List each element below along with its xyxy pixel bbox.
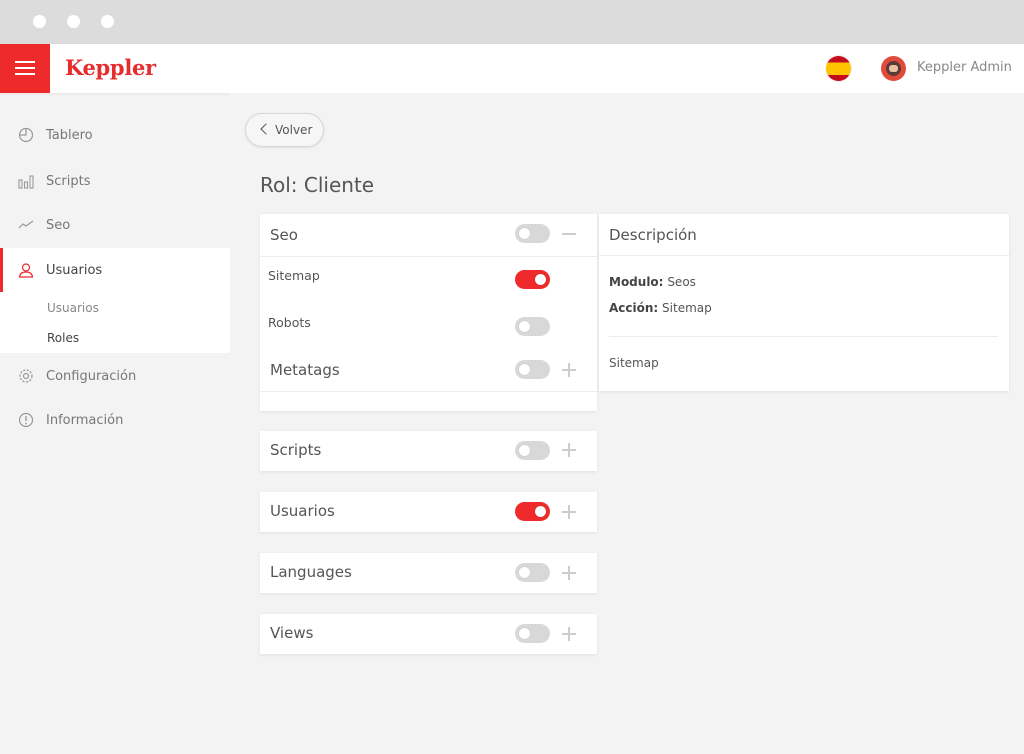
spain-flag-icon[interactable] [826, 56, 851, 81]
seo-child-label: Sitemap [268, 268, 320, 283]
description-action-label: Acción: [609, 301, 659, 315]
toggle-knob [535, 506, 546, 517]
toggle-usuarios[interactable] [515, 502, 550, 521]
hamburger-menu-button[interactable] [0, 44, 50, 93]
toggle-sitemap[interactable] [515, 270, 550, 289]
sidebar-item-label: Configuración [46, 368, 137, 384]
sidebar-subitem-roles[interactable]: Roles [47, 331, 79, 345]
plus-icon-bar [568, 443, 570, 457]
info-icon [18, 412, 34, 428]
sidebar-item-seo[interactable]: Seo [0, 203, 230, 247]
toggle-robots[interactable] [515, 317, 550, 336]
window-close-dot[interactable] [33, 15, 46, 28]
page-title: Rol: Cliente [260, 173, 375, 197]
sidebar: Tablero Scripts Seo Usuarios Usuarios Ro… [0, 93, 230, 754]
window-minimize-dot[interactable] [67, 15, 80, 28]
sidebar-item-usuarios[interactable]: Usuarios [0, 248, 230, 292]
window-maximize-dot[interactable] [101, 15, 114, 28]
expand-scripts-button[interactable] [562, 443, 576, 457]
divider [609, 336, 998, 337]
bar-chart-icon [18, 175, 34, 189]
toggle-knob [535, 274, 546, 285]
description-body: Sitemap [609, 356, 659, 370]
seo-child-label: Metatags [270, 361, 340, 379]
hamburger-icon-bar [15, 67, 35, 69]
toggle-knob [519, 321, 530, 332]
description-module-label: Modulo: [609, 275, 664, 289]
sidebar-item-label: Scripts [46, 173, 91, 189]
description-action-value: Sitemap [662, 301, 712, 315]
gear-icon [19, 369, 33, 383]
toggle-knob [519, 445, 530, 456]
toggle-languages[interactable] [515, 563, 550, 582]
toggle-scripts[interactable] [515, 441, 550, 460]
toggle-knob [519, 567, 530, 578]
toggle-knob [519, 628, 530, 639]
user-icon [18, 263, 34, 278]
toggle-knob [519, 364, 530, 375]
toggle-seo[interactable] [515, 224, 550, 243]
toggle-metatags[interactable] [515, 360, 550, 379]
back-button[interactable]: Volver [245, 113, 324, 147]
plus-icon-bar [568, 505, 570, 519]
description-module: Modulo: Seos [609, 275, 696, 289]
hamburger-icon-bar [15, 73, 35, 75]
divider [260, 256, 597, 257]
chevron-left-icon [260, 123, 272, 135]
sidebar-item-label: Usuarios [46, 262, 103, 278]
module-name: Languages [270, 563, 352, 581]
expand-metatags-button[interactable] [562, 363, 576, 377]
trend-line-icon [18, 220, 34, 229]
sidebar-item-label: Información [46, 412, 124, 428]
dashboard-icon [18, 127, 34, 143]
sidebar-submenu: Usuarios Roles [0, 292, 230, 353]
hamburger-icon [15, 61, 35, 63]
module-card-seo: Seo [260, 214, 597, 411]
sidebar-subitem-usuarios[interactable]: Usuarios [47, 301, 99, 315]
top-header: Keppler Keppler Admin [0, 44, 1024, 93]
expand-views-button[interactable] [562, 627, 576, 641]
plus-icon-bar [568, 566, 570, 580]
toggle-views[interactable] [515, 624, 550, 643]
sidebar-item-configuracion[interactable]: Configuración [0, 354, 230, 398]
toggle-knob [519, 228, 530, 239]
seo-child-label: Robots [268, 315, 311, 330]
module-name: Views [270, 624, 314, 642]
expand-languages-button[interactable] [562, 566, 576, 580]
brand-logo[interactable]: Keppler [65, 55, 156, 80]
collapse-seo-button[interactable] [562, 227, 576, 241]
minus-icon [562, 233, 576, 235]
plus-icon-bar [568, 363, 570, 377]
divider [260, 391, 597, 392]
avatar-face [889, 65, 898, 72]
description-title: Descripción [609, 226, 697, 244]
expand-usuarios-button[interactable] [562, 505, 576, 519]
module-name: Seo [270, 226, 298, 244]
description-panel: Descripción Modulo: Seos Acción: Sitemap… [599, 214, 1009, 391]
sidebar-item-label: Seo [46, 217, 71, 233]
sidebar-item-informacion[interactable]: Información [0, 398, 230, 442]
divider [599, 255, 1009, 256]
module-name: Scripts [270, 441, 322, 459]
description-action: Acción: Sitemap [609, 301, 712, 315]
sidebar-item-scripts[interactable]: Scripts [0, 159, 230, 203]
module-name: Usuarios [270, 502, 335, 520]
description-module-value: Seos [667, 275, 696, 289]
back-button-label: Volver [275, 123, 313, 137]
admin-username[interactable]: Keppler Admin [917, 60, 1012, 75]
avatar[interactable] [881, 56, 906, 81]
window-titlebar [0, 0, 1024, 44]
sidebar-item-tablero[interactable]: Tablero [0, 113, 230, 157]
plus-icon-bar [568, 627, 570, 641]
sidebar-item-label: Tablero [46, 127, 93, 143]
